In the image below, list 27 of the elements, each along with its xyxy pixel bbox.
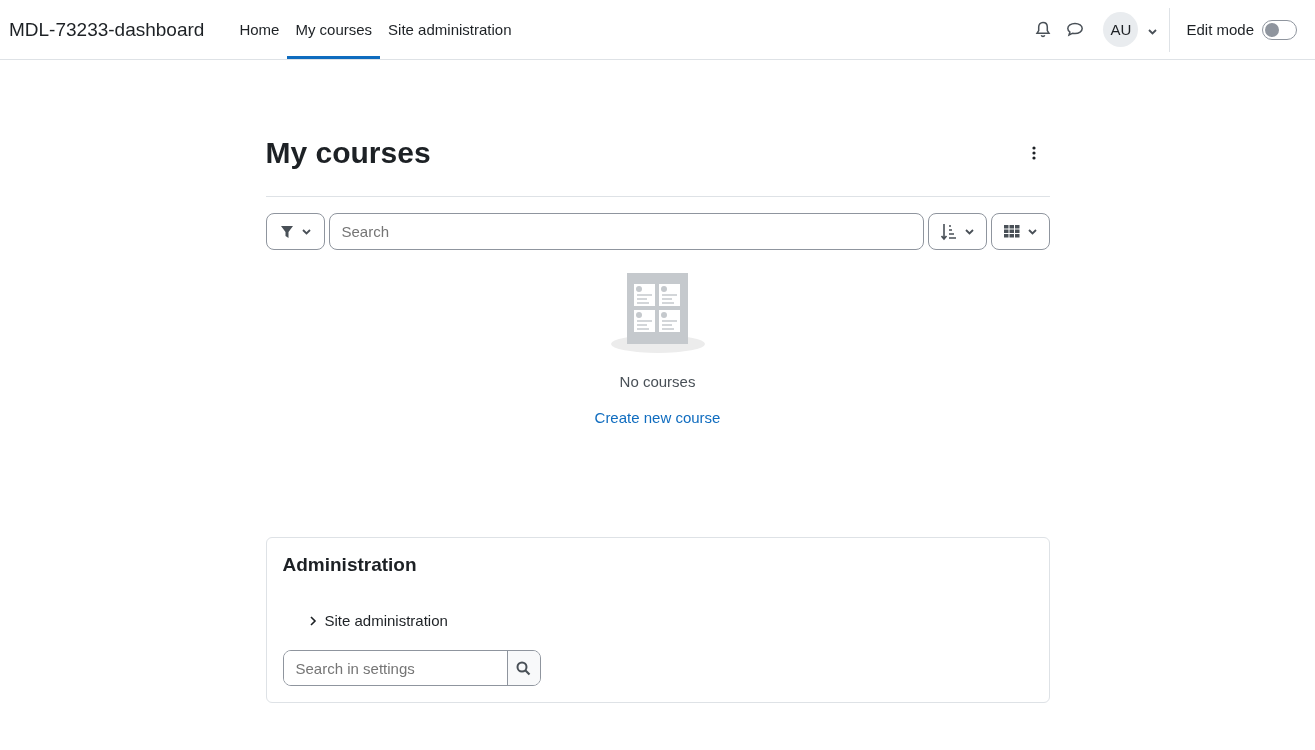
sort-dropdown[interactable] [927,213,987,250]
caret-icon [1148,28,1158,35]
caret-icon [301,228,311,235]
view-dropdown[interactable] [990,213,1050,250]
empty-message: No courses [619,373,696,390]
search-button[interactable] [506,651,540,685]
user-avatar[interactable]: AU [1103,12,1139,47]
edit-mode-label: Edit mode [1186,21,1254,38]
sort-icon [940,222,957,241]
caret-icon [964,228,974,235]
filter-icon [279,224,294,239]
search-field[interactable]: Search [328,213,924,250]
tree-item[interactable]: Site administration [308,612,1033,629]
card-title: Administration [282,554,418,576]
filter-dropdown[interactable] [265,213,325,250]
nav-link[interactable]: My courses [287,0,381,59]
site-brand[interactable]: MDL-73233-dashboard [9,0,205,59]
tree-item-label: Site administration [324,612,448,629]
edit-mode-switch[interactable] [1262,19,1297,40]
grid-icon [1003,225,1020,238]
nav-link[interactable]: Home [231,0,288,59]
nav-link[interactable]: Site administration [380,0,520,59]
settings-search-field[interactable]: Search in settings [282,650,541,686]
search-icon [516,660,531,676]
page-title: My courses [265,136,431,170]
caret-icon [1027,228,1037,235]
create-course-link[interactable]: Create new course [594,409,721,426]
